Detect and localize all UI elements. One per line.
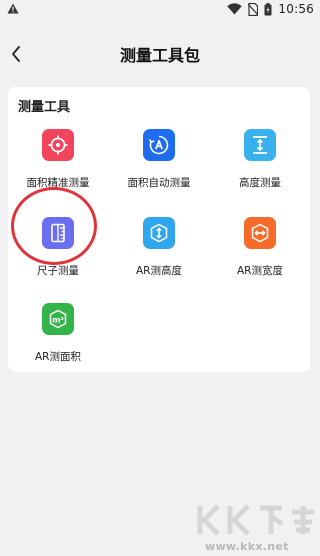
tool-label: 高度测量 xyxy=(239,177,281,189)
tool-label: 面积精准测量 xyxy=(26,177,90,189)
screen: 10:56 测量工具包 测量工具 面积精准测量 面积自动测量 高度测量 尺子测量… xyxy=(0,0,320,556)
tool-label: AR测面积 xyxy=(35,351,81,363)
warning-icon xyxy=(7,3,19,14)
tool-ar-height[interactable]: AR测高度 xyxy=(109,217,209,295)
tool-ar-width[interactable]: AR测宽度 xyxy=(210,217,310,295)
tool-area-precise[interactable]: 面积精准测量 xyxy=(8,129,108,207)
status-time: 10:56 xyxy=(278,2,314,16)
target-icon xyxy=(42,129,74,161)
no-sim-icon xyxy=(248,2,259,16)
tool-area-auto[interactable]: 面积自动测量 xyxy=(109,129,209,207)
wifi-icon xyxy=(227,3,243,15)
tool-label: 尺子测量 xyxy=(37,265,79,277)
status-bar: 10:56 xyxy=(0,0,320,18)
ar-width-icon xyxy=(244,217,276,249)
watermark-url: www.kkx.net xyxy=(205,540,289,553)
nav-bar: 测量工具包 xyxy=(0,28,320,80)
tool-ar-area[interactable]: m² AR测面积 xyxy=(8,303,108,381)
watermark-logo xyxy=(197,504,314,536)
section-title: 测量工具 xyxy=(18,100,71,115)
tools-card: 测量工具 面积精准测量 面积自动测量 高度测量 尺子测量 AR测高度 AR测宽度… xyxy=(8,87,310,372)
tool-label: 面积自动测量 xyxy=(127,177,191,189)
status-icons: 10:56 xyxy=(227,2,314,16)
ruler-icon xyxy=(42,217,74,249)
ar-height-icon xyxy=(143,217,175,249)
auto-measure-icon xyxy=(143,129,175,161)
height-icon xyxy=(244,129,276,161)
battery-icon xyxy=(264,2,272,15)
ar-area-icon: m² xyxy=(42,303,74,335)
tool-label: AR测宽度 xyxy=(237,265,283,277)
page-title: 测量工具包 xyxy=(119,46,200,65)
tool-ruler[interactable]: 尺子测量 xyxy=(8,217,108,295)
tool-height[interactable]: 高度测量 xyxy=(210,129,310,207)
svg-text:m²: m² xyxy=(52,315,64,324)
tool-label: AR测高度 xyxy=(136,265,182,277)
